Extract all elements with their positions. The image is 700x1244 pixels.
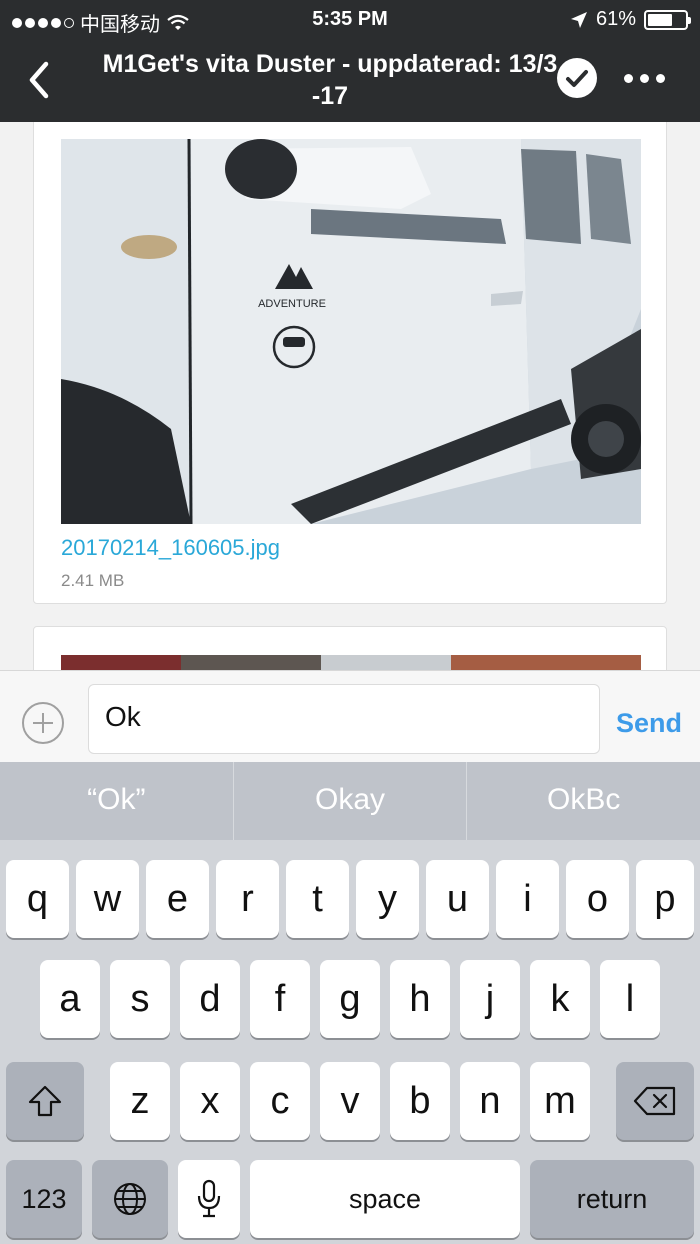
globe-key[interactable] [92,1160,168,1238]
delete-key[interactable] [616,1062,694,1140]
key-y[interactable]: y [356,860,419,938]
location-arrow-icon [570,11,587,28]
suggestion-2[interactable]: Okay [232,762,467,840]
attachment-card-2[interactable] [33,626,667,670]
key-q[interactable]: q [6,860,69,938]
key-l[interactable]: l [600,960,660,1038]
attachment-size: 2.41 MB [61,571,125,590]
key-o[interactable]: o [566,860,629,938]
key-x[interactable]: x [180,1062,240,1140]
return-key[interactable]: return [530,1160,694,1238]
backspace-icon [633,1086,676,1116]
key-w[interactable]: w [76,860,139,938]
key-i[interactable]: i [496,860,559,938]
checkmark-circle-icon[interactable] [557,58,597,98]
status-right: 61% [570,8,691,31]
suggestion-3[interactable]: OkBc [466,762,700,840]
send-button[interactable]: Send [616,708,682,739]
nav-bar: M1Get's vita Duster - uppdaterad: 13/3 -… [0,40,700,122]
battery-percent: 61% [595,8,636,30]
key-h[interactable]: h [390,960,450,1038]
key-r[interactable]: r [216,860,279,938]
battery-icon [644,9,691,30]
key-s[interactable]: s [110,960,170,1038]
key-k[interactable]: k [530,960,590,1038]
top-bar: 中国移动 5:35 PM 61% M1Get's vita Duster - u… [0,0,700,122]
key-g[interactable]: g [320,960,380,1038]
numbers-key[interactable]: 123 [6,1160,82,1238]
key-d[interactable]: d [180,960,240,1038]
mic-key[interactable] [178,1160,240,1238]
key-m[interactable]: m [530,1062,590,1140]
message-list[interactable]: ADVENTURE 20170214_160605.jpg 2.41 MB [0,122,700,670]
suggestion-1[interactable]: “Ok” [0,762,233,840]
keyboard: “Ok” Okay OkBc q w e r t y u i o p a s d… [0,762,700,1244]
shift-key[interactable] [6,1062,84,1140]
key-n[interactable]: n [460,1062,520,1140]
attachment-filename[interactable]: 20170214_160605.jpg [61,535,280,561]
status-bar: 中国移动 5:35 PM 61% [0,0,700,40]
shift-icon [28,1085,62,1117]
microphone-icon [197,1179,221,1218]
key-t[interactable]: t [286,860,349,938]
chevron-left-icon[interactable] [22,58,62,102]
svg-text:ADVENTURE: ADVENTURE [258,298,326,310]
key-u[interactable]: u [426,860,489,938]
key-a[interactable]: a [40,960,100,1038]
ellipsis-icon[interactable] [624,74,665,83]
attachment-photo-2[interactable] [61,655,641,670]
page-title: M1Get's vita Duster - uppdaterad: 13/3 -… [102,50,558,110]
key-j[interactable]: j [460,960,520,1038]
plus-circle-icon[interactable] [22,702,64,744]
suggestion-bar: “Ok” Okay OkBc [0,762,700,840]
globe-icon [114,1183,146,1215]
key-b[interactable]: b [390,1062,450,1140]
space-key[interactable]: space [250,1160,520,1238]
attachment-photo[interactable]: ADVENTURE [61,139,641,524]
attachment-card[interactable]: ADVENTURE 20170214_160605.jpg 2.41 MB [33,122,667,604]
key-e[interactable]: e [146,860,209,938]
key-v[interactable]: v [320,1062,380,1140]
key-c[interactable]: c [250,1062,310,1140]
key-p[interactable]: p [636,860,694,938]
message-input[interactable]: Ok [88,684,600,754]
key-z[interactable]: z [110,1062,170,1140]
key-f[interactable]: f [250,960,310,1038]
compose-bar: Ok Send [0,670,700,762]
